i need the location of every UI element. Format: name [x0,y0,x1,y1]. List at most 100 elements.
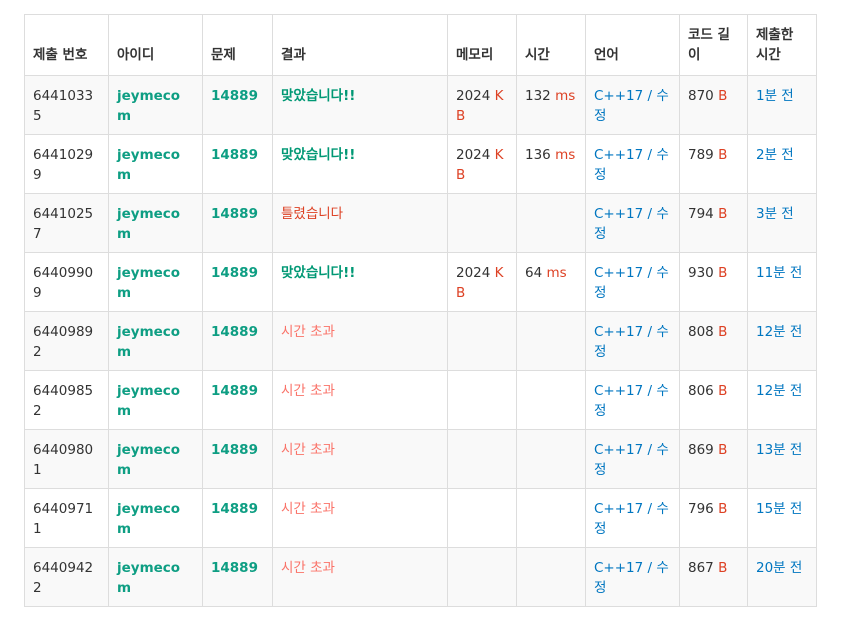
problem-link[interactable]: 14889 [211,147,258,163]
result-text: 맞았습니다!! [281,265,356,281]
problem-link[interactable]: 14889 [211,560,258,576]
cell-language: C++17 / 수정 [585,488,680,548]
submission-id: 64409892 [33,324,94,360]
code-length-unit: B [718,265,728,281]
cell-time: 136 ms [516,134,586,194]
header-submitted-at: 제출한 시간 [747,14,817,76]
language-link[interactable]: C++17 [594,560,643,576]
code-length-unit: B [718,501,728,517]
user-link[interactable]: jeymecom [117,147,180,183]
cell-user: jeymecom [108,134,203,194]
user-link[interactable]: jeymecom [117,324,180,360]
problem-link[interactable]: 14889 [211,383,258,399]
language-link[interactable]: C++17 [594,501,643,517]
cell-time [516,429,586,489]
result-text: 맞았습니다!! [281,147,356,163]
result-text: 시간 초과 [281,560,335,576]
cell-submission-id: 64410257 [24,193,109,253]
cell-language: C++17 / 수정 [585,429,680,489]
submission-id: 64409422 [33,560,94,596]
result-text: 맞았습니다!! [281,88,356,104]
user-link[interactable]: jeymecom [117,501,180,537]
language-link[interactable]: C++17 [594,206,643,222]
submitted-time-link[interactable]: 12분 전 [756,383,802,399]
submitted-time-link[interactable]: 15분 전 [756,501,802,517]
cell-problem: 14889 [202,547,273,607]
cell-submitted-at: 1분 전 [747,75,817,135]
cell-submitted-at: 12분 전 [747,370,817,430]
submission-id: 64410299 [33,147,94,183]
language-link[interactable]: C++17 [594,265,643,281]
memory-value: 2024 [456,147,491,163]
cell-result: 맞았습니다!! [272,134,448,194]
cell-memory [447,193,517,253]
cell-problem: 14889 [202,311,273,371]
submitted-time-link[interactable]: 20분 전 [756,560,802,576]
problem-link[interactable]: 14889 [211,442,258,458]
code-length-value: 869 [688,442,714,458]
submitted-time-link[interactable]: 11분 전 [756,265,802,281]
language-link[interactable]: C++17 [594,442,643,458]
cell-problem: 14889 [202,193,273,253]
cell-code-length: 867 B [679,547,748,607]
user-link[interactable]: jeymecom [117,442,180,478]
cell-submitted-at: 12분 전 [747,311,817,371]
user-link[interactable]: jeymecom [117,265,180,301]
problem-link[interactable]: 14889 [211,88,258,104]
cell-user: jeymecom [108,488,203,548]
cell-code-length: 806 B [679,370,748,430]
status-table: 제출 번호 아이디 문제 결과 메모리 시간 언어 코드 길이 제출한 시간 6… [24,14,817,607]
cell-problem: 14889 [202,134,273,194]
cell-submission-id: 64410299 [24,134,109,194]
submitted-time-link[interactable]: 2분 전 [756,147,794,163]
code-length-value: 870 [688,88,714,104]
cell-code-length: 870 B [679,75,748,135]
cell-language: C++17 / 수정 [585,193,680,253]
cell-user: jeymecom [108,429,203,489]
problem-link[interactable]: 14889 [211,324,258,340]
table-row: 64410299 jeymecom 14889 맞았습니다!! 2024 KB 136 m… [24,134,817,194]
user-link[interactable]: jeymecom [117,88,180,124]
code-length-value: 808 [688,324,714,340]
cell-code-length: 869 B [679,429,748,489]
cell-code-length: 930 B [679,252,748,312]
result-text: 시간 초과 [281,324,335,340]
cell-memory [447,429,517,489]
language-link[interactable]: C++17 [594,147,643,163]
submitted-time-link[interactable]: 12분 전 [756,324,802,340]
cell-submitted-at: 2분 전 [747,134,817,194]
cell-memory: 2024 KB [447,75,517,135]
code-length-value: 794 [688,206,714,222]
problem-link[interactable]: 14889 [211,265,258,281]
submitted-time-link[interactable]: 13분 전 [756,442,802,458]
submitted-time-link[interactable]: 1분 전 [756,88,794,104]
table-row: 64410335 jeymecom 14889 맞았습니다!! 2024 KB 132 m… [24,75,817,135]
edit-separator: / [643,324,657,340]
edit-separator: / [643,442,657,458]
memory-value: 2024 [456,88,491,104]
submitted-time-link[interactable]: 3분 전 [756,206,794,222]
cell-language: C++17 / 수정 [585,547,680,607]
cell-result: 틀렸습니다 [272,193,448,253]
language-link[interactable]: C++17 [594,324,643,340]
cell-result: 맞았습니다!! [272,75,448,135]
cell-problem: 14889 [202,370,273,430]
cell-memory: 2024 KB [447,134,517,194]
cell-memory [447,370,517,430]
result-text: 시간 초과 [281,383,335,399]
user-link[interactable]: jeymecom [117,206,180,242]
cell-result: 시간 초과 [272,311,448,371]
problem-link[interactable]: 14889 [211,501,258,517]
user-link[interactable]: jeymecom [117,560,180,596]
table-row: 64409909 jeymecom 14889 맞았습니다!! 2024 KB 64 ms… [24,252,817,312]
language-link[interactable]: C++17 [594,383,643,399]
problem-link[interactable]: 14889 [211,206,258,222]
table-row: 64409852 jeymecom 14889 시간 초과 C++17 / 수정 806 … [24,370,817,430]
cell-result: 맞았습니다!! [272,252,448,312]
code-length-unit: B [718,147,728,163]
cell-language: C++17 / 수정 [585,311,680,371]
code-length-value: 806 [688,383,714,399]
cell-time [516,193,586,253]
language-link[interactable]: C++17 [594,88,643,104]
user-link[interactable]: jeymecom [117,383,180,419]
